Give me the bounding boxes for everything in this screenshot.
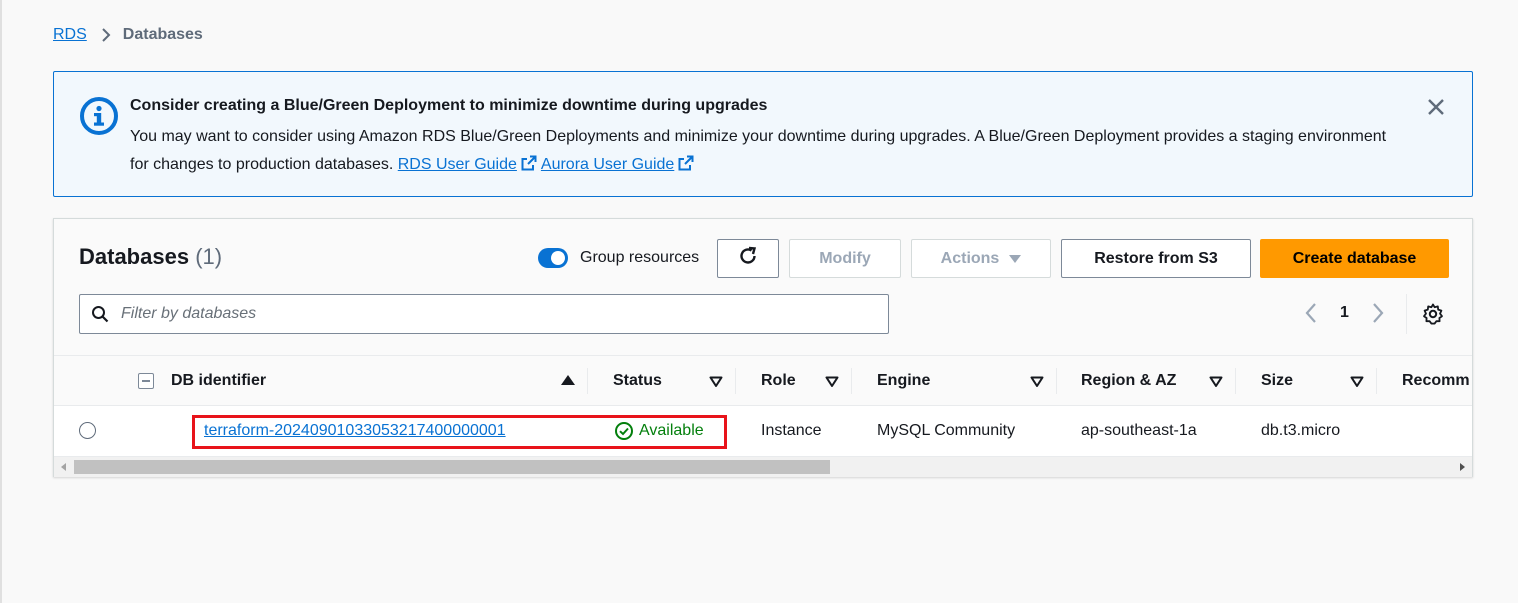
actions-dropdown[interactable]: Actions xyxy=(911,239,1051,278)
gear-icon[interactable] xyxy=(1422,303,1444,325)
close-icon[interactable] xyxy=(1426,97,1446,117)
external-link-icon xyxy=(521,153,537,171)
panel-title: Databases (1) xyxy=(79,244,222,270)
scroll-thumb[interactable] xyxy=(74,460,830,474)
sort-caret-icon xyxy=(1209,375,1223,393)
scroll-left-arrow-icon[interactable] xyxy=(61,463,66,471)
panel-count: (1) xyxy=(195,244,223,269)
column-divider xyxy=(587,368,588,394)
sort-caret-icon xyxy=(1350,375,1364,393)
column-engine[interactable]: Engine xyxy=(877,356,1056,405)
chevron-left-icon[interactable] xyxy=(1304,302,1318,324)
aurora-user-guide-link[interactable]: Aurora User Guide xyxy=(541,156,674,173)
page-number[interactable]: 1 xyxy=(1340,304,1349,322)
chevron-right-icon xyxy=(101,27,111,43)
column-status[interactable]: Status xyxy=(613,356,735,405)
horizontal-scrollbar[interactable] xyxy=(54,456,1472,477)
column-label: Size xyxy=(1261,371,1294,389)
column-label: DB identifier xyxy=(171,371,267,389)
sort-caret-icon xyxy=(1030,375,1044,393)
alert-body: You may want to consider using Amazon RD… xyxy=(130,123,1390,179)
chevron-right-icon[interactable] xyxy=(1371,302,1385,324)
caret-down-icon xyxy=(1009,254,1022,263)
search-icon xyxy=(91,305,109,323)
cell-size: db.t3.micro xyxy=(1261,422,1341,439)
pagination: 1 xyxy=(1304,302,1385,324)
column-divider xyxy=(1056,368,1057,394)
column-label: Engine xyxy=(877,371,931,389)
column-divider xyxy=(735,368,736,394)
sort-ascending-icon xyxy=(561,375,575,385)
collapse-all-checkbox[interactable] xyxy=(138,373,154,389)
divider xyxy=(1406,294,1407,334)
filter-field[interactable] xyxy=(79,294,889,334)
create-database-button[interactable]: Create database xyxy=(1260,239,1449,278)
sort-caret-icon xyxy=(825,375,839,393)
sort-caret-icon xyxy=(709,375,723,393)
column-size[interactable]: Size xyxy=(1261,356,1376,405)
column-label: Status xyxy=(613,371,662,389)
toggle-label: Group resources xyxy=(580,249,700,266)
column-label: Region & AZ xyxy=(1081,371,1177,389)
alert-body-text: You may want to consider using Amazon RD… xyxy=(130,128,1387,173)
blue-green-info-alert: Consider creating a Blue/Green Deploymen… xyxy=(53,71,1473,197)
column-label: Recomm xyxy=(1402,371,1470,389)
alert-title: Consider creating a Blue/Green Deploymen… xyxy=(130,97,768,114)
filter-input[interactable] xyxy=(121,305,881,323)
modify-button[interactable]: Modify xyxy=(789,239,901,278)
column-divider xyxy=(1235,368,1236,394)
column-divider xyxy=(1376,368,1377,394)
cell-region-az: ap-southeast-1a xyxy=(1081,422,1197,439)
toggle-switch[interactable] xyxy=(538,248,568,268)
panel-title-text: Databases xyxy=(79,244,190,269)
info-circle-icon xyxy=(79,96,119,136)
row-select-radio[interactable] xyxy=(79,422,96,439)
rds-user-guide-link[interactable]: RDS User Guide xyxy=(398,156,517,173)
actions-label: Actions xyxy=(940,249,1000,267)
refresh-button[interactable] xyxy=(717,239,779,278)
column-db-identifier[interactable]: DB identifier xyxy=(171,356,587,405)
highlight-box xyxy=(192,415,727,449)
column-divider xyxy=(851,368,852,394)
restore-from-s3-button[interactable]: Restore from S3 xyxy=(1061,239,1251,278)
external-link-icon xyxy=(678,153,694,171)
breadcrumb-rds-link[interactable]: RDS xyxy=(53,26,87,44)
group-resources-toggle[interactable]: Group resources xyxy=(538,248,699,268)
breadcrumb: RDS Databases xyxy=(53,26,203,44)
databases-panel: Databases (1) Group resources Modify Act… xyxy=(53,218,1473,477)
table-header: DB identifier Status Role Engine Region … xyxy=(54,355,1472,406)
column-label: Role xyxy=(761,371,796,389)
column-role[interactable]: Role xyxy=(761,356,851,405)
refresh-icon xyxy=(737,245,759,272)
breadcrumb-current: Databases xyxy=(122,26,203,43)
scroll-right-arrow-icon[interactable] xyxy=(1460,463,1465,471)
column-recommendations[interactable]: Recomm xyxy=(1402,356,1472,405)
cell-role: Instance xyxy=(761,422,822,439)
column-region-az[interactable]: Region & AZ xyxy=(1081,356,1235,405)
cell-engine: MySQL Community xyxy=(877,422,1016,439)
